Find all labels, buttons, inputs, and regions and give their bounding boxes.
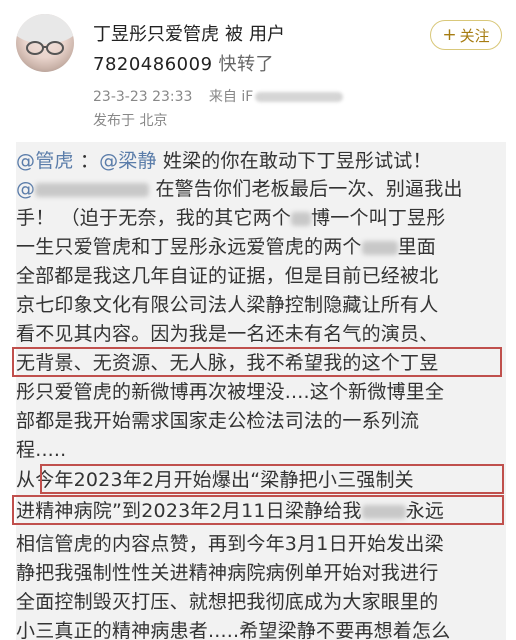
redacted-source <box>255 92 344 102</box>
avatar-glasses-left <box>26 41 44 55</box>
post-line-3: 手！ （迫于无奈，我的其它两个 博一个叫丁昱彤 <box>16 203 445 230</box>
username-link[interactable]: 丁昱彤只爱管虎 <box>93 24 219 45</box>
post-text: 一生只爱管虎和丁昱彤永远爱管虎的两个 <box>16 236 362 258</box>
post-timestamp: 23-3-23 23:33 <box>93 89 193 105</box>
post-line-4: 一生只爱管虎和丁昱彤永远爱管虎的两个 里面 <box>16 232 436 259</box>
repost-line: 7820486009 快转了 <box>93 50 274 76</box>
mention-guanhu[interactable]: @管虎 <box>16 150 74 172</box>
user-label: 用户 <box>249 24 285 45</box>
post-line-1: @管虎 ：@梁静 姓梁的你在敢动下丁昱彤试试！ <box>16 146 432 173</box>
post-line-17: 小三真正的精神病患者.....希望梁静不要再想着怎么 <box>16 620 451 640</box>
post-text: 里面 <box>397 236 437 258</box>
post-line-16: 全面控制毁灭打压、就想把我彻底成为大家眼里的 <box>16 591 439 613</box>
redacted-word <box>361 240 398 255</box>
username-line: 丁昱彤只爱管虎被用户 <box>93 20 285 46</box>
redacted-mention <box>35 182 150 197</box>
avatar-glasses-bridge <box>43 46 48 48</box>
repost-label: 快转了 <box>218 54 275 75</box>
repost-user-id[interactable]: 7820486009 <box>93 54 213 75</box>
avatar[interactable] <box>16 14 74 72</box>
avatar-hair <box>16 14 74 44</box>
post-line-10: 部都是我开始需求国家走公检法司法的一系列流 <box>16 410 420 432</box>
post-line-15: 静把我强制性性关进精神病院病例单开始对我进行 <box>16 562 439 584</box>
redacted-word <box>291 211 312 226</box>
post-line-9: 彤只爱管虎的新微博再次被埋没....这个新微博里全 <box>16 381 445 403</box>
follow-label: 关注 <box>459 26 490 45</box>
post-line-6: 京七印象文化有限公司法人梁静控制隐藏让所有人 <box>16 294 439 316</box>
post-text: 博一个叫丁昱彤 <box>311 207 446 229</box>
highlight-box-3 <box>12 495 504 525</box>
post-line-11: 程..... <box>16 439 67 461</box>
highlight-box-1 <box>12 347 502 377</box>
post-text: 在警告你们老板最后一次、别逼我出 <box>149 178 463 200</box>
post-text: ： <box>73 150 100 172</box>
post-text: 姓梁的你在敢动下丁昱彤试试！ <box>156 150 432 172</box>
post-line-14: 相信管虎的内容点赞，再到今年3月1日开始发出梁 <box>16 533 444 555</box>
mention-liangjing[interactable]: @梁静 <box>99 150 157 172</box>
post-text: 手！ （迫于无奈，我的其它两个 <box>16 207 292 229</box>
post-location: 发布于 北京 <box>93 113 168 129</box>
highlight-box-2 <box>40 464 504 494</box>
mention-redacted[interactable]: @ <box>16 178 35 200</box>
post-line-7: 看不见其内容。因为我是一名还未有名气的演员、 <box>16 323 439 345</box>
post-line-5: 全部都是我这几年自证的证据，但是目前已经被北 <box>16 265 439 287</box>
post-line-2: @ 在警告你们老板最后一次、别逼我出 <box>16 174 463 201</box>
by-label: 被 <box>225 24 243 45</box>
plus-icon: + <box>442 25 457 45</box>
follow-button[interactable]: + 关注 <box>430 20 502 50</box>
repost-content: @管虎 ：@梁静 姓梁的你在敢动下丁昱彤试试！ @ 在警告你们老板最后一次、别逼… <box>12 142 506 640</box>
avatar-glasses-right <box>46 41 64 55</box>
post-source: 来自 iF <box>208 89 254 105</box>
post-meta: 23-3-23 23:33 来自 iF <box>93 86 344 106</box>
post-header: 丁昱彤只爱管虎被用户 7820486009 快转了 + 关注 23-3-23 23… <box>0 0 516 140</box>
